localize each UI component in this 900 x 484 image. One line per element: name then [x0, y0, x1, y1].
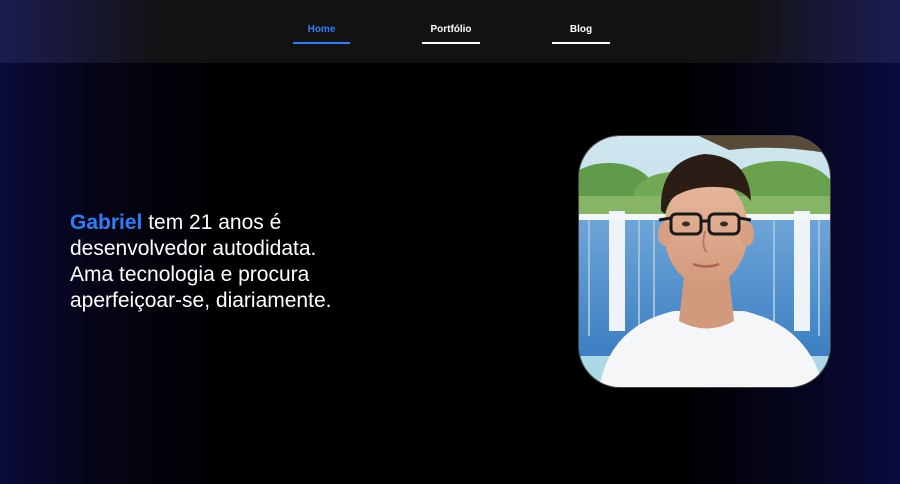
nav-portfolio-underline [422, 42, 480, 44]
nav-blog-underline [552, 42, 610, 44]
intro-line-3: Ama tecnologia e procura [70, 263, 310, 286]
nav-home-link[interactable]: Home [293, 23, 350, 47]
top-navigation: Home Portfólio Blog [0, 0, 900, 63]
nav-home-label: Home [307, 24, 336, 35]
intro-line-2: desenvolvedor autodidata. [70, 237, 317, 260]
nav-home-underline [293, 42, 350, 44]
intro-text: Gabriel tem 21 anos é desenvolvedor auto… [70, 210, 410, 314]
nav-blog-label: Blog [569, 24, 593, 35]
intro-line-4: aperfeiçoar-se, diariamente. [70, 289, 332, 312]
profile-photo [578, 135, 831, 388]
nav-portfolio-link[interactable]: Portfólio [422, 23, 480, 47]
intro-name: Gabriel [70, 211, 143, 234]
intro-line-1: Gabriel tem 21 anos é [70, 210, 410, 236]
page: Home Portfólio Blog Gabriel tem 21 anos … [0, 0, 900, 484]
nav-portfolio-label: Portfólio [430, 24, 472, 35]
profile-photo-image [579, 136, 830, 387]
intro-line-1-rest: tem 21 anos é [142, 211, 282, 234]
nav-blog-link[interactable]: Blog [552, 23, 610, 47]
